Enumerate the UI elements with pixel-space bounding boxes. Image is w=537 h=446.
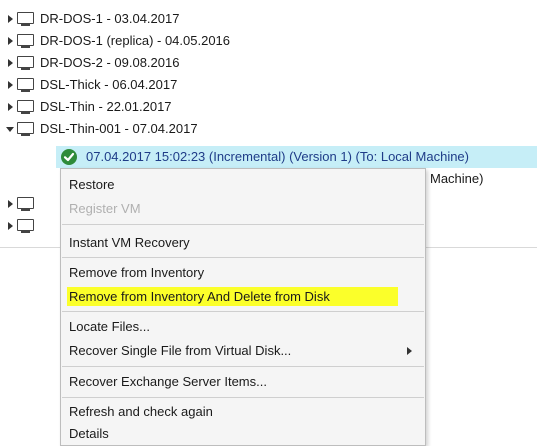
tree-item-dsl-thick[interactable]: DSL-Thick - 06.04.2017 <box>0 74 300 96</box>
restore-point-label: 07.04.2017 15:02:23 (Incremental) (Versi… <box>86 149 469 164</box>
menu-item-restore[interactable]: Restore <box>61 173 425 197</box>
tree-item-label: DSL-Thin-001 - 07.04.2017 <box>40 121 198 136</box>
tree-item-dsl-thin[interactable]: DSL-Thin - 22.01.2017 <box>0 96 300 118</box>
expand-arrow-icon[interactable] <box>8 59 13 67</box>
menu-item-label: Locate Files... <box>69 319 150 334</box>
menu-item-label: Details <box>69 426 109 441</box>
menu-item-label: Restore <box>69 177 115 192</box>
menu-separator <box>62 224 424 225</box>
expand-arrow-icon[interactable] <box>8 200 13 208</box>
monitor-icon <box>17 34 35 48</box>
menu-item-details[interactable]: Details <box>61 422 425 446</box>
expand-arrow-icon[interactable] <box>8 37 13 45</box>
tree-item-dsl-thin-001[interactable]: DSL-Thin-001 - 07.04.2017 <box>0 118 300 140</box>
expand-arrow-icon[interactable] <box>8 222 13 230</box>
menu-item-locate-files[interactable]: Locate Files... <box>61 315 425 339</box>
monitor-icon <box>17 219 35 233</box>
tree-item-dr-dos-1[interactable]: DR-DOS-1 - 03.04.2017 <box>0 8 300 30</box>
menu-separator <box>62 257 424 258</box>
menu-item-recover-single-file[interactable]: Recover Single File from Virtual Disk... <box>61 339 425 363</box>
menu-item-label: Instant VM Recovery <box>69 235 190 250</box>
expand-arrow-icon[interactable] <box>8 81 13 89</box>
menu-item-label: Refresh and check again <box>69 404 213 419</box>
tree-item-hidden-1[interactable] <box>0 193 60 215</box>
tree-item-label: DSL-Thick - 06.04.2017 <box>40 77 178 92</box>
menu-item-refresh[interactable]: Refresh and check again <box>61 400 425 424</box>
menu-item-recover-exchange[interactable]: Recover Exchange Server Items... <box>61 370 425 394</box>
expand-arrow-icon[interactable] <box>8 103 13 111</box>
monitor-icon <box>17 197 35 211</box>
menu-item-label: Remove from Inventory <box>69 265 205 280</box>
expand-arrow-icon[interactable] <box>8 15 13 23</box>
menu-separator <box>62 366 424 367</box>
tree-item-dr-dos-1-replica[interactable]: DR-DOS-1 (replica) - 04.05.2016 <box>0 30 300 52</box>
partial-row-text: Machine) <box>430 171 484 186</box>
tree-item-label: DR-DOS-1 - 03.04.2017 <box>40 11 180 26</box>
context-menu: Restore Register VM Instant VM Recovery … <box>60 168 426 446</box>
monitor-icon <box>17 78 35 92</box>
monitor-icon <box>17 56 35 70</box>
menu-item-instant-vm-recovery[interactable]: Instant VM Recovery <box>61 231 425 255</box>
tree-item-label: DR-DOS-1 (replica) - 04.05.2016 <box>40 33 231 48</box>
menu-item-register-vm: Register VM <box>61 197 425 221</box>
menu-item-label: Remove from Inventory And Delete from Di… <box>69 289 330 304</box>
restore-point-row[interactable]: 07.04.2017 15:02:23 (Incremental) (Versi… <box>56 146 537 168</box>
menu-separator <box>62 311 424 312</box>
monitor-icon <box>17 122 35 136</box>
menu-item-label: Recover Exchange Server Items... <box>69 374 267 389</box>
check-circle-icon <box>61 149 77 165</box>
monitor-icon <box>17 12 35 26</box>
menu-item-label: Recover Single File from Virtual Disk... <box>69 343 292 358</box>
menu-item-label: Register VM <box>69 201 141 216</box>
menu-item-remove-from-inventory[interactable]: Remove from Inventory <box>61 261 425 285</box>
menu-item-remove-and-delete[interactable]: Remove from Inventory And Delete from Di… <box>61 285 425 309</box>
chevron-right-icon <box>407 347 412 355</box>
tree-item-dr-dos-2[interactable]: DR-DOS-2 - 09.08.2016 <box>0 52 300 74</box>
collapse-arrow-icon[interactable] <box>6 127 14 132</box>
monitor-icon <box>17 100 35 114</box>
tree-item-label: DSL-Thin - 22.01.2017 <box>40 99 172 114</box>
tree-item-label: DR-DOS-2 - 09.08.2016 <box>40 55 180 70</box>
menu-separator <box>62 397 424 398</box>
tree-item-hidden-2[interactable] <box>0 215 60 237</box>
